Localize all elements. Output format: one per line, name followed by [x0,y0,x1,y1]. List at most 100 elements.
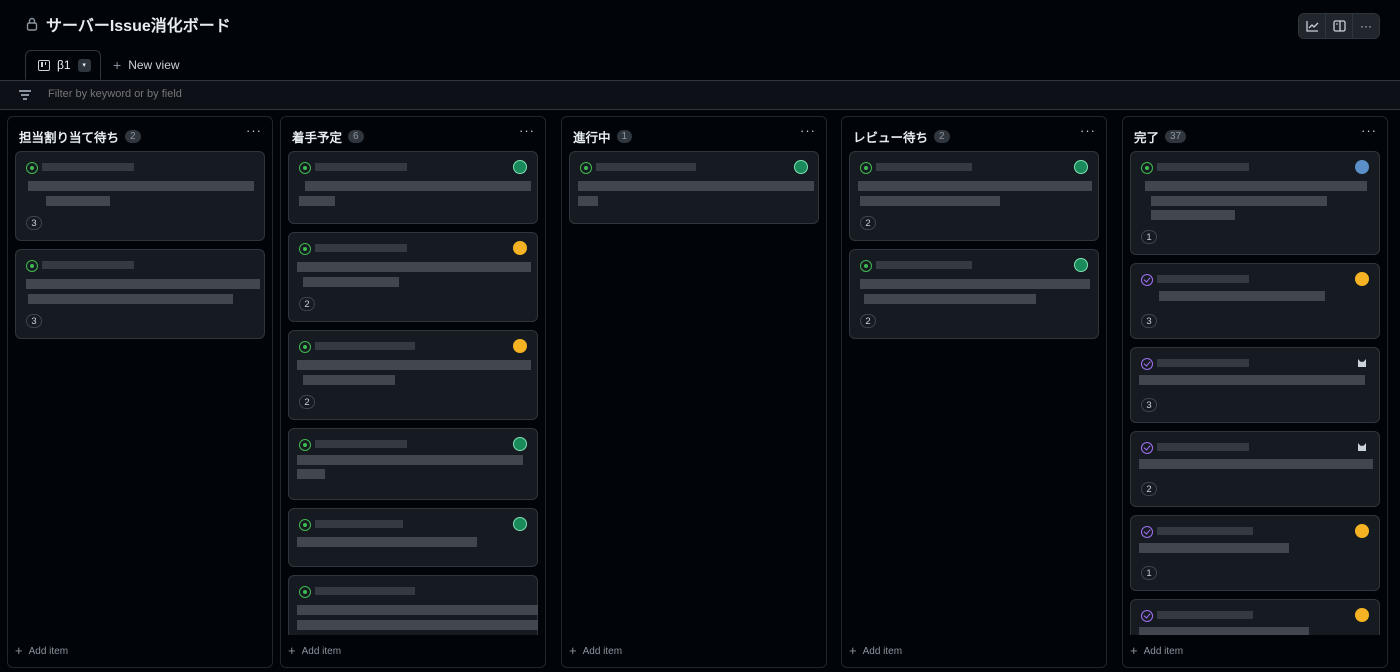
graph-icon [1305,21,1318,32]
assignee-avatar [1355,440,1369,454]
filter-input[interactable] [48,88,448,100]
redacted-title [303,375,395,385]
add-item-button[interactable]: + Add item [1130,643,1183,658]
redacted-title [1151,210,1235,220]
redacted-title [860,196,1000,206]
redacted-title [305,181,531,191]
column-title: 進行中 [573,131,611,145]
issue-open-icon [26,260,38,272]
issue-card[interactable]: 2 [849,151,1099,241]
redacted-title [297,469,325,479]
issue-open-icon [1141,162,1153,174]
issue-card[interactable] [288,508,538,567]
column-review: レビュー待ち 2 ··· 2 2 + Add item [841,116,1107,668]
issue-card[interactable]: 2 [288,330,538,420]
card-list: 1 3 3 2 1 [1130,151,1380,635]
add-item-button[interactable]: + Add item [849,643,902,658]
redacted-title [297,537,477,547]
add-item-button[interactable]: + Add item [15,644,69,657]
column-menu-button[interactable]: ··· [1080,123,1096,138]
estimate-badge: 2 [299,395,315,409]
layout-toggle-button[interactable] [1326,14,1353,38]
redacted-title [28,181,254,191]
redacted-title [864,294,1036,304]
issue-card[interactable]: 2 [849,249,1099,339]
assignee-avatar [513,160,527,174]
chevron-down-icon[interactable]: ▾ [77,58,91,72]
assignee-avatar [794,160,808,174]
plus-icon: + [113,57,122,73]
issue-card[interactable]: 3 [1130,263,1380,339]
issue-card[interactable]: 3 [15,249,265,339]
issue-open-icon [580,162,592,174]
issue-open-icon [299,519,311,531]
assignee-avatar [1074,160,1088,174]
redacted-repo [1157,359,1249,367]
redacted-title [1139,459,1373,469]
redacted-title [578,181,814,191]
column-title: レビュー待ち [853,131,929,145]
insights-button[interactable] [1299,14,1326,38]
redacted-repo [596,163,696,171]
redacted-title [297,620,538,630]
issue-card[interactable] [569,151,819,224]
issue-card[interactable] [288,151,538,224]
issue-open-icon [26,162,38,174]
column-menu-button[interactable]: ··· [1361,123,1377,138]
redacted-title [858,181,1092,191]
redacted-title [1139,627,1309,635]
card-list [569,151,819,635]
add-item-button[interactable]: + Add item [569,643,622,658]
redacted-repo [315,520,403,528]
redacted-repo [1157,611,1253,619]
issue-card[interactable] [288,428,538,500]
column-title: 完了 [1134,131,1160,145]
plus-icon: + [569,643,577,658]
column-menu-button[interactable]: ··· [519,123,535,138]
redacted-repo [1157,527,1253,535]
issue-card[interactable]: 2 [1130,431,1380,507]
assignee-avatar [1355,160,1369,174]
redacted-repo [315,342,415,350]
header-actions: ··· [1298,13,1380,39]
redacted-title [1139,543,1289,553]
issue-card[interactable]: 3 [15,151,265,241]
issue-card[interactable]: 1 [1130,515,1380,591]
column-menu-button[interactable]: ··· [800,123,816,138]
issue-card[interactable] [288,575,538,635]
redacted-title [1151,196,1327,206]
column-menu-button[interactable]: ··· [246,123,262,138]
assignee-avatar [1355,524,1369,538]
issue-open-icon [299,341,311,353]
plus-icon: + [849,643,857,658]
add-item-label: Add item [28,645,69,657]
column-count: 6 [348,130,364,143]
issue-closed-icon [1141,526,1153,538]
column-in-progress: 進行中 1 ··· + Add item [561,116,827,668]
new-view-button[interactable]: + New view [113,58,180,72]
redacted-title [46,196,110,206]
redacted-title [1159,291,1325,301]
filter-icon [19,90,31,100]
issue-card[interactable]: 1 [1130,151,1380,255]
issue-open-icon [860,162,872,174]
assignee-avatar [1355,356,1369,370]
new-view-label: New view [128,58,180,72]
issue-open-icon [299,162,311,174]
redacted-repo [42,163,134,171]
add-item-button[interactable]: + Add item [288,644,341,657]
issue-card[interactable]: 2 [288,232,538,322]
redacted-repo [42,261,134,269]
issue-closed-icon [1141,358,1153,370]
issue-card[interactable]: 3 [1130,347,1380,423]
plus-icon: + [1130,643,1138,658]
lock-icon [26,17,38,31]
redacted-title [297,605,538,615]
issue-card[interactable] [1130,599,1380,635]
tab-beta1[interactable]: β1 ▾ [25,50,101,80]
assignee-avatar [513,241,527,255]
column-header: レビュー待ち 2 [853,127,950,146]
more-options-button[interactable]: ··· [1353,14,1379,38]
redacted-repo [876,163,972,171]
redacted-title [299,196,335,206]
